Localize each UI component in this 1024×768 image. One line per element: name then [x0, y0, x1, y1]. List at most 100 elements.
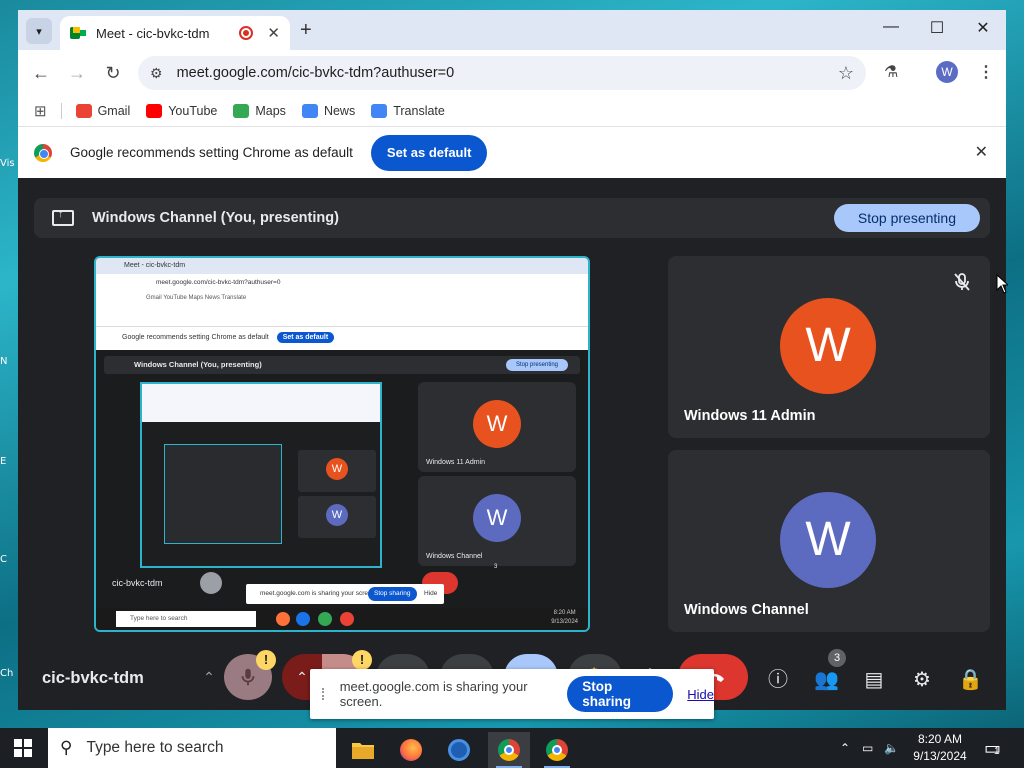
default-browser-infobar: Google recommends setting Chrome as defa…: [18, 126, 1006, 178]
preview-avatar: W: [473, 494, 521, 542]
bookmark-star-icon[interactable]: ☆: [838, 63, 854, 84]
drag-handle-icon[interactable]: [322, 688, 328, 700]
presenting-banner: Windows Channel (You, presenting) Stop p…: [34, 198, 990, 238]
menu-kebab-icon[interactable]: ⋮: [978, 62, 994, 82]
bookmark-translate[interactable]: Translate: [371, 104, 445, 118]
preview-meeting-code: cic-bvkc-tdm: [112, 578, 163, 588]
taskbar-clock[interactable]: 8:20 AM 9/13/2024: [908, 731, 972, 765]
participant-avatar: W: [780, 492, 876, 588]
recording-indicator-icon: [239, 26, 254, 40]
maximize-icon[interactable]: ☐: [922, 18, 952, 38]
bookmark-youtube[interactable]: YouTube: [146, 104, 217, 118]
preview-recursive-chrome: [142, 384, 380, 422]
firefox-icon: [400, 739, 422, 761]
preview-stop-sharing: Stop sharing: [368, 587, 417, 601]
desktop-icon-label[interactable]: E: [0, 456, 18, 467]
chrome-blue-button[interactable]: [438, 732, 480, 768]
mic-warning-badge: !: [256, 650, 276, 670]
host-controls-lock-icon[interactable]: 🔒: [958, 668, 983, 692]
profile-avatar[interactable]: W: [936, 61, 958, 83]
hide-link[interactable]: Hide: [687, 687, 714, 702]
preview-tile-admin: W Windows 11 Admin: [418, 382, 576, 472]
chrome-icon: [448, 739, 470, 761]
url-text[interactable]: meet.google.com/cic-bvkc-tdm?authuser=0: [177, 65, 838, 81]
maps-icon: [233, 104, 250, 118]
taskbar-search[interactable]: ⚲ Type here to search: [48, 728, 336, 768]
forward-icon[interactable]: →: [64, 60, 90, 86]
tray-chevron-icon[interactable]: ⌃: [840, 728, 850, 768]
preview-recursive-tile: W: [298, 450, 376, 492]
chrome-icon: [546, 739, 568, 761]
preview-mic-icon: [200, 572, 222, 594]
participant-name: Windows 11 Admin: [684, 408, 816, 424]
browser-window: ▾ Meet - cic-bvkc-tdm ✕ + — ☐ ✕ ← → ↻ ⚙ …: [18, 10, 1006, 710]
new-tab-icon[interactable]: +: [300, 19, 312, 42]
preview-avatar: W: [326, 458, 348, 480]
site-info-icon[interactable]: ⚙: [150, 65, 163, 82]
divider: [60, 103, 62, 119]
participant-avatar: W: [780, 298, 876, 394]
windows-start-icon[interactable]: [14, 739, 32, 757]
bookmark-label: News: [323, 104, 356, 118]
youtube-icon: [146, 104, 163, 118]
activities-icon[interactable]: ⚙: [910, 668, 934, 692]
bookmark-label: Gmail: [97, 104, 131, 118]
preview-tab-title: Meet - cic-bvkc-tdm: [96, 258, 588, 274]
preview-avatar: W: [326, 504, 348, 526]
search-placeholder[interactable]: Type here to search: [86, 739, 223, 757]
meeting-code: cic-bvkc-tdm: [42, 669, 144, 687]
preview-share-bar: meet.google.com is sharing your screen. …: [246, 584, 444, 604]
minimize-icon[interactable]: —: [876, 18, 906, 36]
people-icon[interactable]: 👥: [814, 668, 839, 692]
firefox-button[interactable]: [390, 732, 432, 768]
windows-taskbar: ⚲ Type here to search ⌃ ▭ 🔈 8:20 AM 9/13…: [0, 728, 1024, 768]
chrome-button[interactable]: [536, 732, 578, 768]
desktop-icon-label[interactable]: N: [0, 356, 18, 367]
preview-clock-time: 8:20 AM: [553, 610, 576, 616]
preview-clock: 8:20 AM 9/13/2024: [551, 609, 578, 627]
preview-tile-name: Windows 11 Admin: [426, 459, 486, 466]
apps-grid-icon[interactable]: ⊞: [34, 102, 47, 120]
bookmark-gmail[interactable]: Gmail: [75, 104, 131, 118]
desktop-icon-label[interactable]: Vis: [0, 158, 18, 169]
set-default-button[interactable]: Set as default: [370, 134, 488, 171]
clock-date: 9/13/2024: [913, 749, 967, 763]
sharing-message: meet.google.com is sharing your screen.: [339, 679, 528, 709]
tab-meet[interactable]: Meet - cic-bvkc-tdm ✕: [60, 16, 290, 50]
back-icon[interactable]: ←: [28, 60, 54, 86]
bookmark-maps[interactable]: Maps: [233, 104, 286, 118]
participant-tile-channel[interactable]: W Windows Channel: [668, 450, 990, 632]
tab-close-icon[interactable]: ✕: [267, 24, 280, 42]
preview-url: meet.google.com/cic-bvkc-tdm?authuser=0: [156, 279, 281, 286]
preview-banner-text: Windows Channel (You, presenting): [134, 360, 262, 369]
browser-toolbar: ← → ↻ ⚙ meet.google.com/cic-bvkc-tdm?aut…: [18, 50, 1006, 96]
search-icon: ⚲: [60, 738, 73, 757]
audio-options-chevron-icon[interactable]: ⌃: [194, 654, 224, 700]
tab-title: Meet - cic-bvkc-tdm: [96, 25, 210, 41]
desktop-icon-label[interactable]: C: [0, 554, 18, 565]
preview-clock-date: 9/13/2024: [551, 619, 578, 625]
desktop-icon-label[interactable]: Ch: [0, 668, 18, 679]
tab-strip: ▾ Meet - cic-bvkc-tdm ✕ + — ☐ ✕: [18, 10, 1006, 50]
file-explorer-button[interactable]: [342, 732, 384, 768]
infobar-close-icon[interactable]: ✕: [975, 142, 988, 162]
bookmark-label: Maps: [255, 104, 286, 118]
meeting-info-icon[interactable]: ⓘ: [766, 668, 790, 692]
close-window-icon[interactable]: ✕: [968, 18, 998, 38]
bookmark-news[interactable]: News: [301, 104, 356, 118]
tab-search-chevron-icon[interactable]: ▾: [26, 18, 52, 44]
preview-tile-channel: W Windows Channel: [418, 476, 576, 566]
stop-sharing-button[interactable]: Stop sharing: [567, 676, 674, 712]
preview-tile-name: Windows Channel: [426, 553, 483, 560]
stop-presenting-button[interactable]: Stop presenting: [833, 204, 980, 232]
volume-muted-icon[interactable]: 🔈: [884, 728, 899, 768]
address-bar[interactable]: ⚙ meet.google.com/cic-bvkc-tdm?authuser=…: [138, 56, 866, 90]
presenting-title: Windows Channel (You, presenting): [92, 210, 339, 226]
network-icon[interactable]: ▭: [862, 728, 873, 768]
chat-icon[interactable]: ▤: [862, 668, 886, 692]
reload-icon[interactable]: ↻: [100, 60, 126, 86]
chrome-active-button[interactable]: [488, 732, 530, 768]
bookmark-label: YouTube: [168, 104, 218, 118]
participant-tile-admin[interactable]: W Windows 11 Admin: [668, 256, 990, 438]
labs-flask-icon[interactable]: ⚗: [884, 62, 898, 82]
